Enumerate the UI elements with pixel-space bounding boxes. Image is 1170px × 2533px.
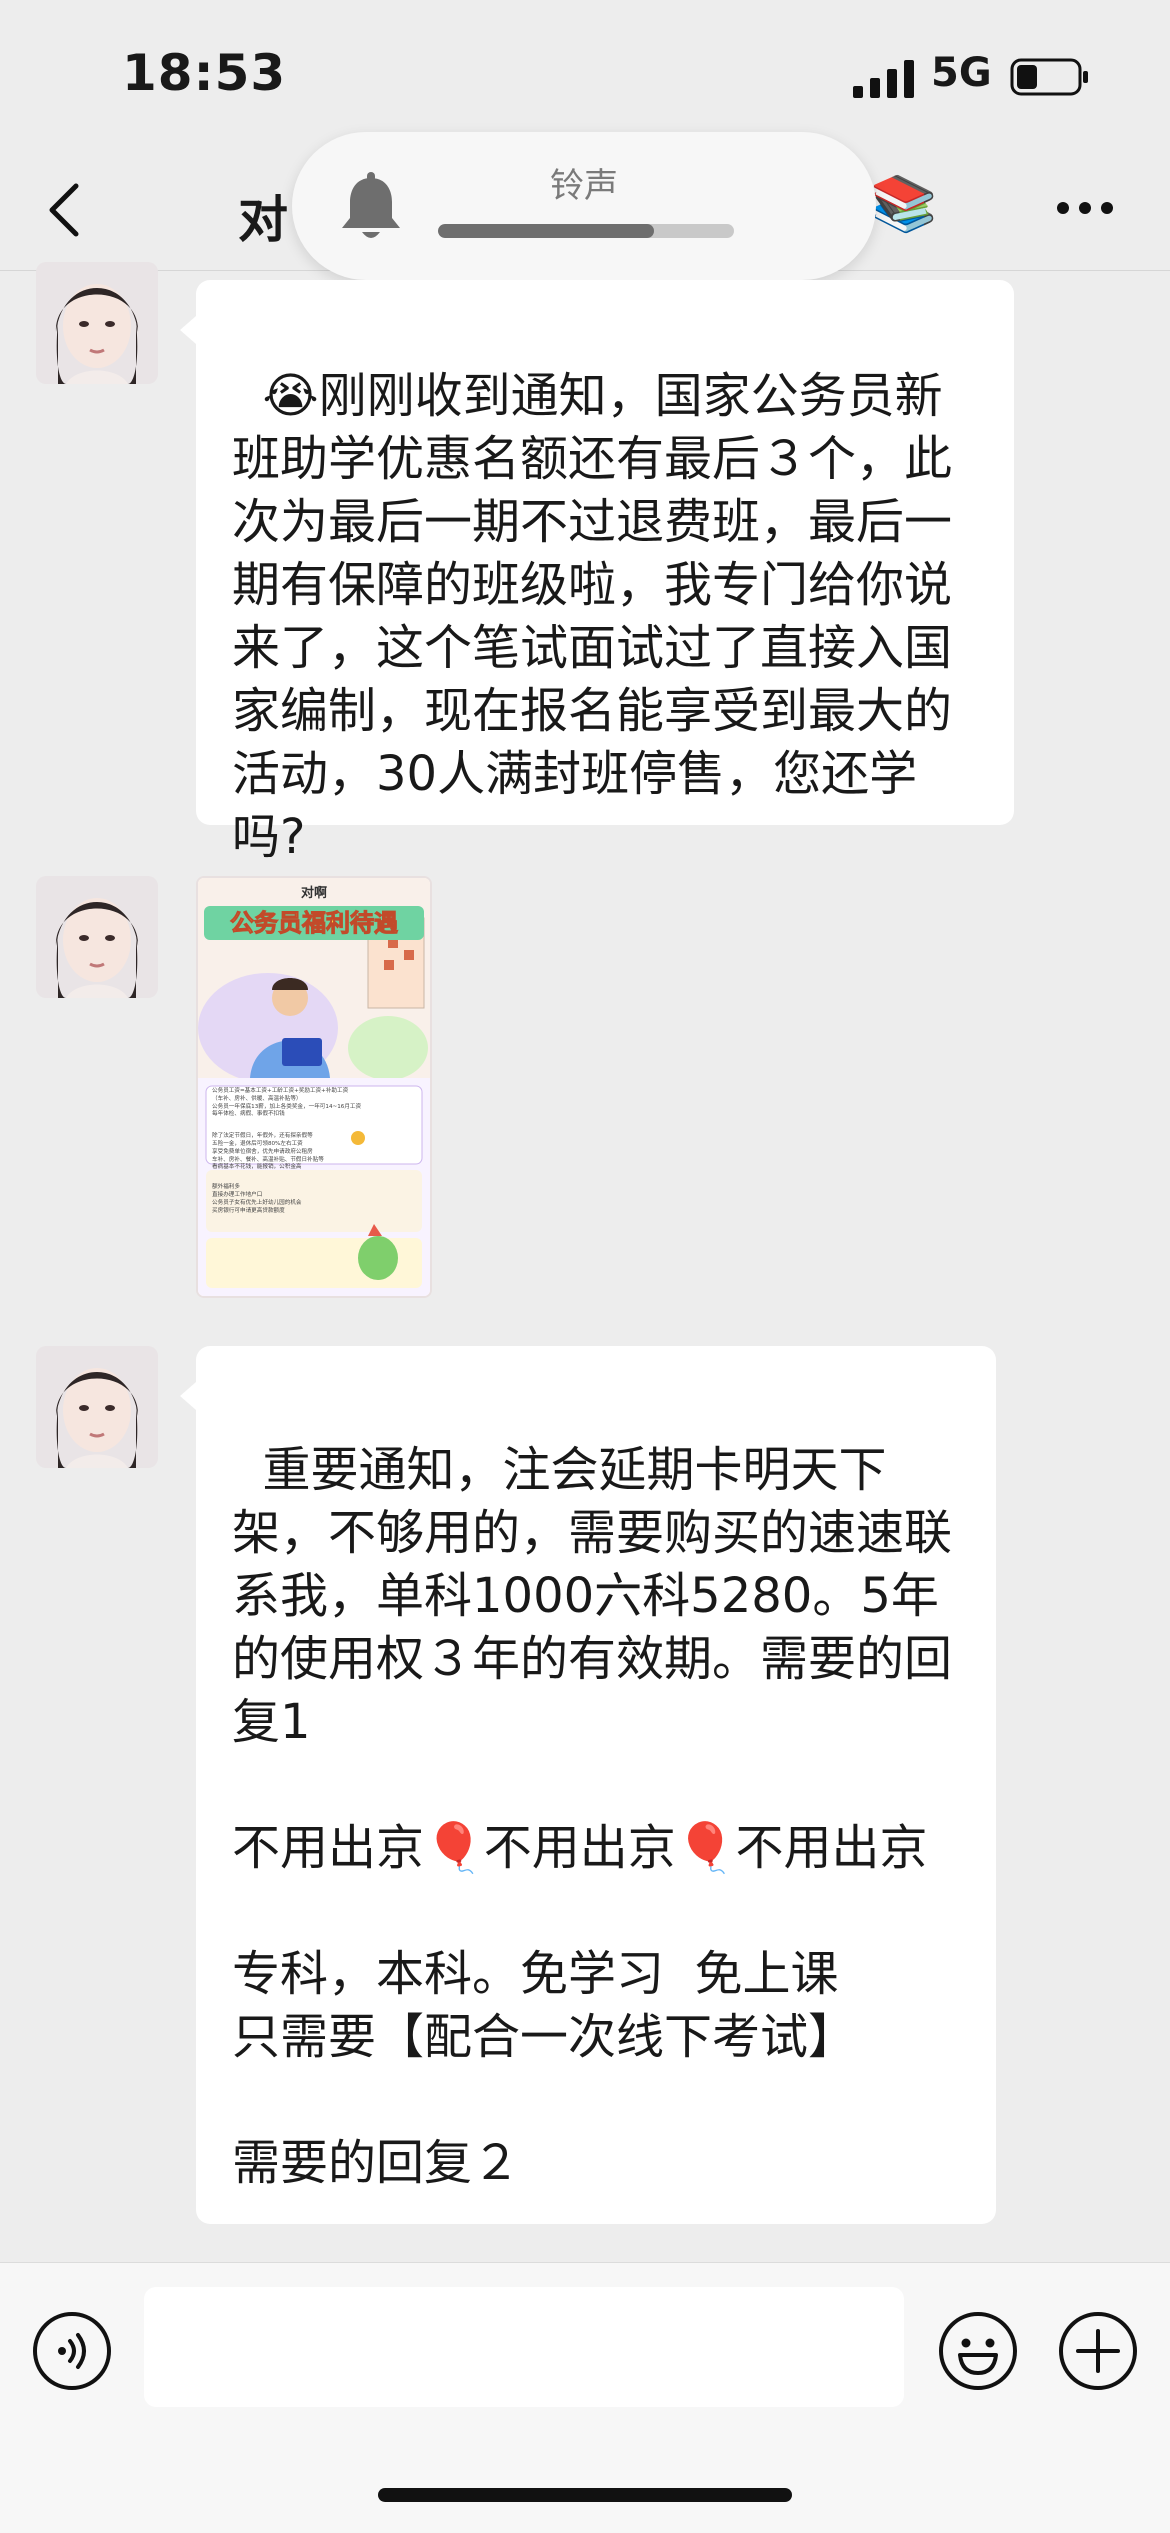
ringtone-volume-slider[interactable]	[438, 224, 734, 238]
message-input[interactable]	[144, 2287, 904, 2407]
chat-title: 对	[238, 191, 288, 249]
poster-brand: 对啊	[300, 886, 327, 901]
avatar[interactable]	[36, 876, 158, 998]
voice-icon[interactable]	[32, 2311, 112, 2391]
avatar[interactable]	[36, 1346, 158, 1468]
ringtone-label: 铃声	[550, 166, 618, 206]
avatar[interactable]	[36, 262, 158, 384]
message-text: 重要通知，注会延期卡明天下架，不够用的，需要购买的速速联系我，单科1000六科5…	[232, 1442, 953, 2191]
status-bar: 18:53 5G	[0, 0, 1170, 150]
signal-icon	[853, 60, 914, 98]
poster-item: 享受免费单位宿舍，优先申请政府公租房	[212, 1148, 313, 1155]
network-type: 5G	[931, 50, 992, 96]
poster-title: 公务员福利待遇	[204, 906, 424, 940]
message-text: 😭刚刚收到通知，国家公务员新班助学优惠名额还有最后３个，此次为最后一期不过退费班…	[232, 368, 953, 865]
poster-item: 除了法定节假日，年假外，还有探亲假等	[212, 1133, 313, 1140]
status-time: 18:53	[122, 44, 287, 102]
poster-items: 公务员工资=基本工资+工龄工资+奖励工资+补助工资 （车补、房补、供暖、高温补贴…	[212, 1088, 412, 1215]
home-indicator[interactable]	[378, 2488, 792, 2502]
emoji-icon[interactable]	[938, 2311, 1018, 2391]
poster-item: 五险一金，退休后可领80%左右工资	[212, 1140, 303, 1147]
plus-icon[interactable]	[1058, 2311, 1138, 2391]
poster-item: （车补、房补、供暖、高温补贴等）	[212, 1095, 302, 1102]
poster-item: 买房银行可申请更高贷款额度	[212, 1207, 285, 1214]
ringtone-volume-fill	[438, 224, 655, 238]
books-icon: 📚	[870, 172, 938, 235]
ringtone-volume-overlay: 铃声	[292, 132, 876, 280]
poster-item: 公务员工资=基本工资+工龄工资+奖励工资+补助工资	[212, 1088, 349, 1094]
poster-item: 每年体检、病假、事假不扣钱	[212, 1111, 285, 1118]
battery-icon	[1010, 58, 1088, 96]
back-icon[interactable]	[44, 180, 84, 240]
poster-item: 看病基本不花钱，能报销，公积金高	[212, 1164, 302, 1171]
poster-item: 直接办理工作地户口	[212, 1191, 263, 1198]
image-message[interactable]: 对啊 公务员福利待遇 公务员工资=基本工资+工龄工资+奖励工资+补助工资 （车补…	[196, 876, 432, 1298]
message-bubble[interactable]: 重要通知，注会延期卡明天下架，不够用的，需要购买的速速联系我，单科1000六科5…	[180, 1346, 996, 2224]
poster-item: 额外福利多	[212, 1184, 240, 1191]
more-icon[interactable]	[1055, 200, 1115, 216]
poster-item: 公务员子女有优先上好幼儿园的机会	[212, 1199, 302, 1206]
message-bubble[interactable]: 😭刚刚收到通知，国家公务员新班助学优惠名额还有最后３个，此次为最后一期不过退费班…	[180, 280, 1014, 865]
